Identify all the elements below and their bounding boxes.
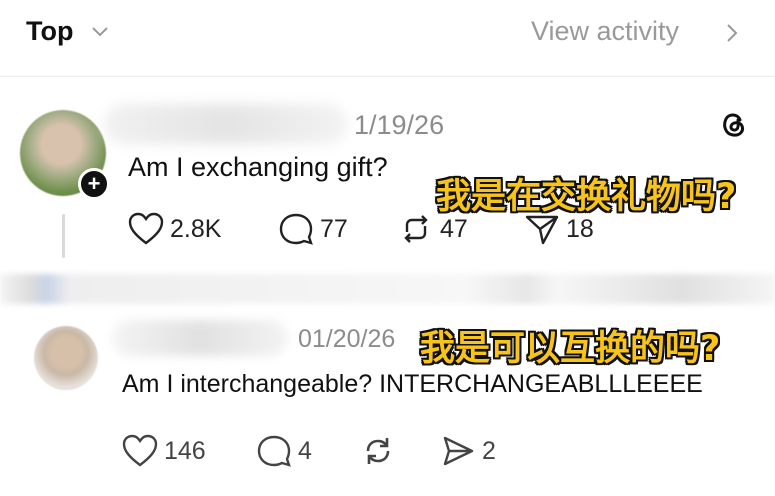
repost-button[interactable] [360, 434, 396, 468]
thread-connector-line [62, 214, 65, 258]
reply-button[interactable]: 4 [256, 434, 312, 468]
blurred-username [112, 320, 288, 356]
view-activity-link[interactable]: View activity [531, 16, 679, 47]
repost-icon [404, 215, 428, 243]
comment-icon [257, 435, 291, 467]
heart-icon [128, 212, 164, 245]
repost-icon [366, 438, 390, 464]
blurred-divider [0, 274, 775, 304]
chevron-down-icon[interactable] [90, 22, 110, 42]
post-date: 1/19/26 [354, 110, 445, 140]
header-divider [0, 76, 775, 77]
chevron-right-icon[interactable] [724, 22, 740, 44]
share-count: 2 [482, 436, 496, 465]
like-button[interactable]: 2.8K [128, 212, 221, 246]
send-icon [443, 436, 474, 466]
heart-icon [122, 434, 158, 467]
plus-icon[interactable]: + [78, 168, 110, 200]
comment-icon [279, 213, 313, 245]
post-text: Am I interchangeable? INTERCHANGEABLLLEE… [122, 370, 703, 398]
like-count: 2.8K [170, 214, 222, 243]
threads-logo-icon [723, 113, 744, 137]
caption-overlay: 我是在交换礼物吗? [436, 177, 737, 217]
reply-button[interactable]: 77 [278, 212, 348, 246]
post-text: Am I exchanging gift? [128, 152, 388, 182]
like-button[interactable]: 146 [122, 434, 206, 468]
caption-overlay: 我是可以互换的吗? [420, 329, 721, 369]
reply-count: 4 [298, 436, 312, 465]
share-button[interactable]: 2 [440, 434, 496, 468]
avatar[interactable] [34, 326, 98, 390]
like-count: 146 [164, 436, 206, 465]
post-date: 01/20/26 [298, 325, 396, 353]
reply-count: 77 [320, 214, 348, 243]
blurred-username [104, 104, 348, 144]
sort-dropdown-label[interactable]: Top [26, 16, 73, 47]
